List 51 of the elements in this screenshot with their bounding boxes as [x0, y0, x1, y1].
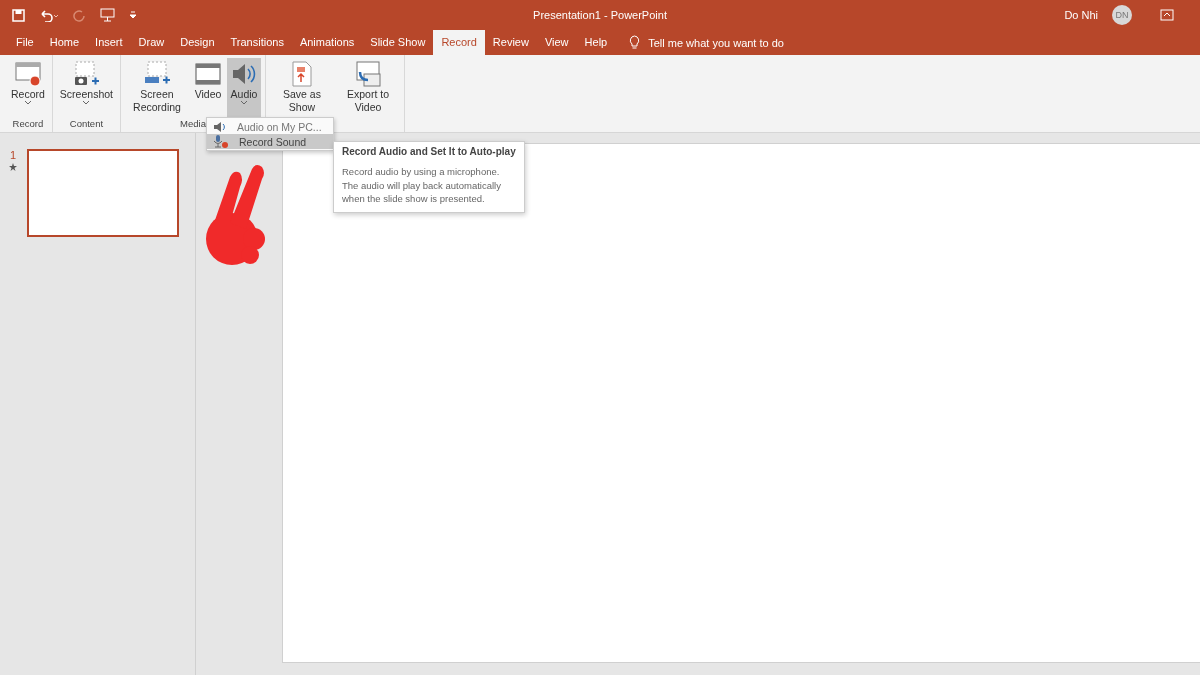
- button-label: Screenshot: [59, 88, 113, 101]
- window-title: Presentation1 - PowerPoint: [533, 9, 667, 21]
- button-label: Video: [194, 88, 222, 101]
- tooltip-text: Record audio by using a microphone. The audio will play back automatically when the slide show is presented.: [342, 165, 502, 206]
- button-label: Audio: [230, 88, 258, 101]
- ribbon-tab[interactable]: Home: [41, 30, 88, 55]
- export-video-icon: [354, 60, 382, 88]
- ribbon-tab[interactable]: View: [536, 30, 577, 55]
- ribbon-button[interactable]: Video: [191, 58, 225, 118]
- button-label: Export to Video: [345, 88, 390, 114]
- button-label: Save as Show: [282, 88, 322, 114]
- menu-item[interactable]: Record Sound: [207, 134, 333, 149]
- ribbon-tab[interactable]: Review: [484, 30, 537, 55]
- ribbon-tab[interactable]: Help: [576, 30, 616, 55]
- user-avatar[interactable]: DN: [1112, 5, 1132, 25]
- save-icon[interactable]: [12, 8, 25, 22]
- button-label: Screen Recording: [132, 88, 182, 114]
- ribbon-button[interactable]: Export to Video: [336, 58, 400, 118]
- ribbon-button[interactable]: Save as Show: [270, 58, 334, 118]
- film-icon: [194, 60, 222, 88]
- user-name: Do Nhi: [1064, 9, 1098, 21]
- ribbon-tab[interactable]: Design: [172, 30, 223, 55]
- slide-thumbnail[interactable]: [27, 149, 179, 237]
- ribbon-tab[interactable]: Transitions: [222, 30, 292, 55]
- microphone-icon: [213, 134, 229, 149]
- customize-caret-icon[interactable]: [129, 11, 137, 19]
- presenter-icon[interactable]: [100, 8, 115, 22]
- ribbon-display-icon[interactable]: [1160, 9, 1174, 21]
- undo-icon[interactable]: [39, 8, 59, 22]
- slide-number: 1: [9, 149, 17, 161]
- button-label: Record: [11, 88, 45, 101]
- menu-item[interactable]: Audio on My PC...: [207, 119, 333, 134]
- tooltip-title: Record Audio and Set It to Auto-play: [342, 146, 516, 157]
- ribbon-button[interactable]: Record: [8, 58, 48, 118]
- group-label: Media: [180, 118, 206, 131]
- ribbon-tab[interactable]: Slide Show: [362, 30, 434, 55]
- ribbon-tab[interactable]: Insert: [87, 30, 131, 55]
- ribbon-tab[interactable]: Record: [433, 30, 485, 55]
- ribbon-button[interactable]: Screen Recording: [125, 58, 189, 118]
- group-label: Content: [69, 118, 104, 131]
- camera-plus-icon: [72, 60, 101, 88]
- ribbon-tab[interactable]: Draw: [130, 30, 173, 55]
- tell-me-field[interactable]: Tell me what you want to do: [648, 36, 784, 49]
- ribbon-button[interactable]: Screenshot: [56, 58, 116, 118]
- ribbon-tab[interactable]: Animations: [291, 30, 363, 55]
- ribbon-button[interactable]: Audio: [227, 58, 261, 118]
- lightbulb-icon: [629, 35, 641, 50]
- speaker-icon: [213, 120, 227, 133]
- ribbon-tab[interactable]: File: [8, 30, 42, 55]
- record-icon: [13, 60, 42, 88]
- group-label: Record: [12, 118, 44, 131]
